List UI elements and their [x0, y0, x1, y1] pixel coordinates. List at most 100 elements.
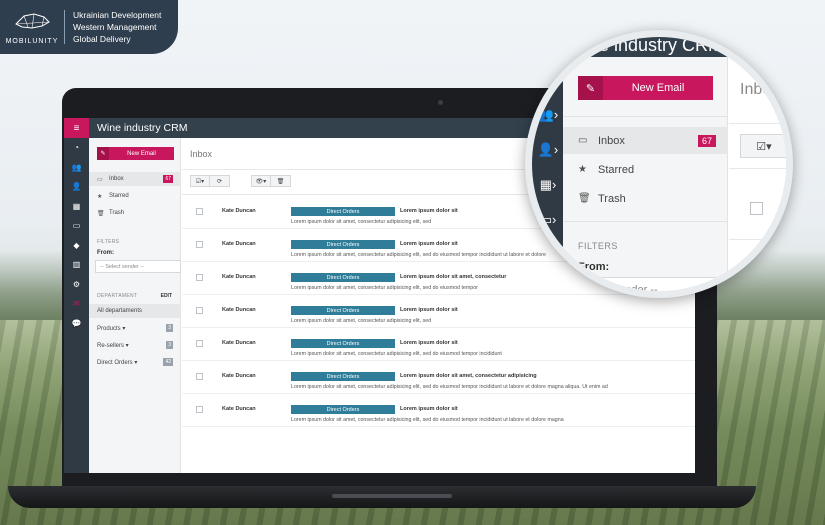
new-email-label: New Email	[127, 150, 156, 157]
message-preview: Lorem ipsum dolor sit amet, consectetur …	[291, 417, 564, 423]
folder-trash[interactable]: 🗑 Trash	[89, 206, 181, 220]
divider	[563, 116, 728, 117]
message-preview: Lorem ipsum dolor sit amet, consectetur …	[291, 285, 478, 291]
select-all-icon[interactable]: ☑▾	[191, 176, 210, 186]
user-icon[interactable]: 👤	[64, 177, 89, 197]
view-toolbar-group: 👁▾ 🗑	[251, 175, 291, 187]
filters-heading: FILTERS	[97, 239, 120, 245]
department-item[interactable]: Products ▾ 3	[89, 321, 181, 335]
users-icon[interactable]: 👥›	[536, 107, 560, 123]
dashboard-icon[interactable]: ◔	[64, 138, 89, 158]
mail-sidebar: ✎ New Email ▭ Inbox 67 ★ Starred 🗑 Trash…	[89, 138, 181, 473]
whale-logo-icon	[15, 12, 50, 29]
tag-icon[interactable]: ◆	[64, 236, 89, 256]
message-preview: Lorem ipsum dolor sit amet, consectetur …	[291, 252, 546, 258]
trash-icon: 🗑	[97, 210, 105, 217]
message-tag: Direct Orders	[291, 240, 395, 249]
folder-label: Trash	[109, 210, 125, 216]
message-subject: Lorem ipsum dolor sit	[400, 406, 458, 412]
filters-heading: FILTERS	[578, 241, 618, 251]
compose-icon: ✎	[578, 76, 603, 100]
message-row[interactable]: Kate Duncan Direct Orders Lorem ipsum dolo…	[182, 394, 695, 427]
divider	[729, 123, 786, 124]
message-row[interactable]: Kate Duncan Direct Orders Lorem ipsum dolo…	[182, 361, 695, 394]
magnified-sidebar: ✎ New Email ▭ Inbox 67 ★ Starred 🗑 Trash…	[563, 57, 733, 291]
view-icon[interactable]: 👁▾	[252, 176, 271, 186]
trash-icon: 🗑	[578, 193, 591, 204]
message-sender: Kate Duncan	[222, 274, 256, 280]
message-preview: Lorem ipsum dolor sit amet, consectetur …	[291, 384, 608, 390]
compose-icon: ✎	[97, 147, 109, 160]
message-tag: Direct Orders	[291, 273, 395, 282]
message-subject: Lorem ipsum dolor sit amet, consectetur …	[400, 373, 537, 379]
message-sender: Kate Duncan	[222, 241, 256, 247]
department-label: Direct Orders ▾	[97, 359, 138, 366]
inbox-title: Inbox	[740, 81, 780, 98]
user-icon[interactable]: 👤›	[536, 142, 560, 158]
chat-icon[interactable]: 💬	[64, 314, 89, 334]
money-icon[interactable]: ▭›	[536, 212, 560, 228]
folder-label: Inbox	[598, 134, 625, 147]
select-all-icon[interactable]: ☑▾	[740, 134, 786, 158]
folder-starred[interactable]: ★ Starred	[563, 156, 728, 183]
from-label: From:	[578, 261, 610, 273]
icon-rail: ≡ ◔ 👥 👤 ▦ ▭ ◆ ▥ ⚙ ✉ 💬	[64, 118, 89, 473]
brand-name: MOBILUNITY	[5, 37, 59, 45]
camera-icon	[438, 100, 443, 105]
message-tag: Direct Orders	[291, 372, 395, 381]
message-checkbox[interactable]	[750, 266, 763, 279]
message-checkbox[interactable]	[196, 274, 203, 281]
star-icon: ★	[97, 193, 103, 200]
message-subject: Lorem ipsum dolor sit	[400, 340, 458, 346]
departments-edit-link[interactable]: EDIT	[161, 293, 172, 299]
message-subject: Lorem ipsum dolor sit	[400, 208, 458, 214]
message-sender: Kate Duncan	[222, 307, 256, 313]
chart-icon[interactable]: ▥	[64, 255, 89, 275]
message-checkbox[interactable]	[196, 241, 203, 248]
message-row[interactable]: Kate Duncan Direct Orders Lorem ipsum dolo…	[182, 295, 695, 328]
users-icon[interactable]: 👥	[64, 158, 89, 178]
department-label: Products ▾	[97, 325, 126, 332]
message-row[interactable]: Kate Duncan Direct Orders Lorem ipsum dolo…	[182, 328, 695, 361]
department-count: 42	[163, 358, 173, 366]
department-item[interactable]: All departaments	[89, 304, 181, 318]
settings-icon[interactable]: ⚙	[64, 275, 89, 295]
message-checkbox[interactable]	[196, 307, 203, 314]
sender-select[interactable]: -- Select sender --	[95, 260, 181, 273]
message-checkbox[interactable]	[196, 373, 203, 380]
magnified-inbox-panel: Inbox ☑▾	[729, 57, 786, 291]
star-icon: ★	[578, 164, 587, 175]
money-icon[interactable]: ▭	[64, 216, 89, 236]
grid-icon[interactable]: ▦	[64, 197, 89, 217]
department-count: 3	[166, 341, 173, 349]
folder-trash[interactable]: 🗑 Trash	[563, 185, 728, 212]
magnified-icon-rail: 👥› 👤› ▦› ▭›	[532, 37, 563, 291]
message-checkbox[interactable]	[750, 202, 763, 215]
folder-inbox[interactable]: ▭ Inbox 67	[89, 172, 181, 186]
message-checkbox[interactable]	[196, 208, 203, 215]
magnified-app-title: ine industry CRM	[563, 37, 786, 57]
department-item[interactable]: Direct Orders ▾ 42	[89, 355, 181, 369]
delete-icon[interactable]: 🗑	[271, 176, 290, 186]
refresh-icon[interactable]: ⟳	[210, 176, 229, 186]
inbox-title: Inbox	[190, 149, 213, 159]
message-checkbox[interactable]	[196, 340, 203, 347]
magnified-new-email-button[interactable]: ✎ New Email	[578, 76, 713, 100]
inbox-count-badge: 67	[163, 175, 173, 183]
message-subject: Lorem ipsum dolor sit amet, consectetur	[400, 274, 507, 280]
brand-tagline-line: Global Delivery	[73, 34, 131, 44]
divider	[729, 239, 786, 240]
menu-toggle-icon[interactable]: ≡	[64, 118, 89, 138]
message-checkbox[interactable]	[196, 406, 203, 413]
department-item[interactable]: Re-sellers ▾ 3	[89, 338, 181, 352]
folder-inbox[interactable]: ▭ Inbox 67	[563, 127, 728, 154]
grid-icon[interactable]: ▦›	[536, 177, 560, 193]
divider	[729, 168, 786, 169]
mail-icon[interactable]: ✉	[64, 294, 89, 314]
department-count: 3	[166, 324, 173, 332]
folder-starred[interactable]: ★ Starred	[89, 189, 181, 203]
department-label: All departaments	[97, 308, 143, 314]
message-preview: Lorem ipsum dolor sit amet, consectetur …	[291, 351, 502, 357]
new-email-button[interactable]: ✎ New Email	[97, 147, 174, 160]
new-email-label: New Email	[631, 82, 685, 94]
